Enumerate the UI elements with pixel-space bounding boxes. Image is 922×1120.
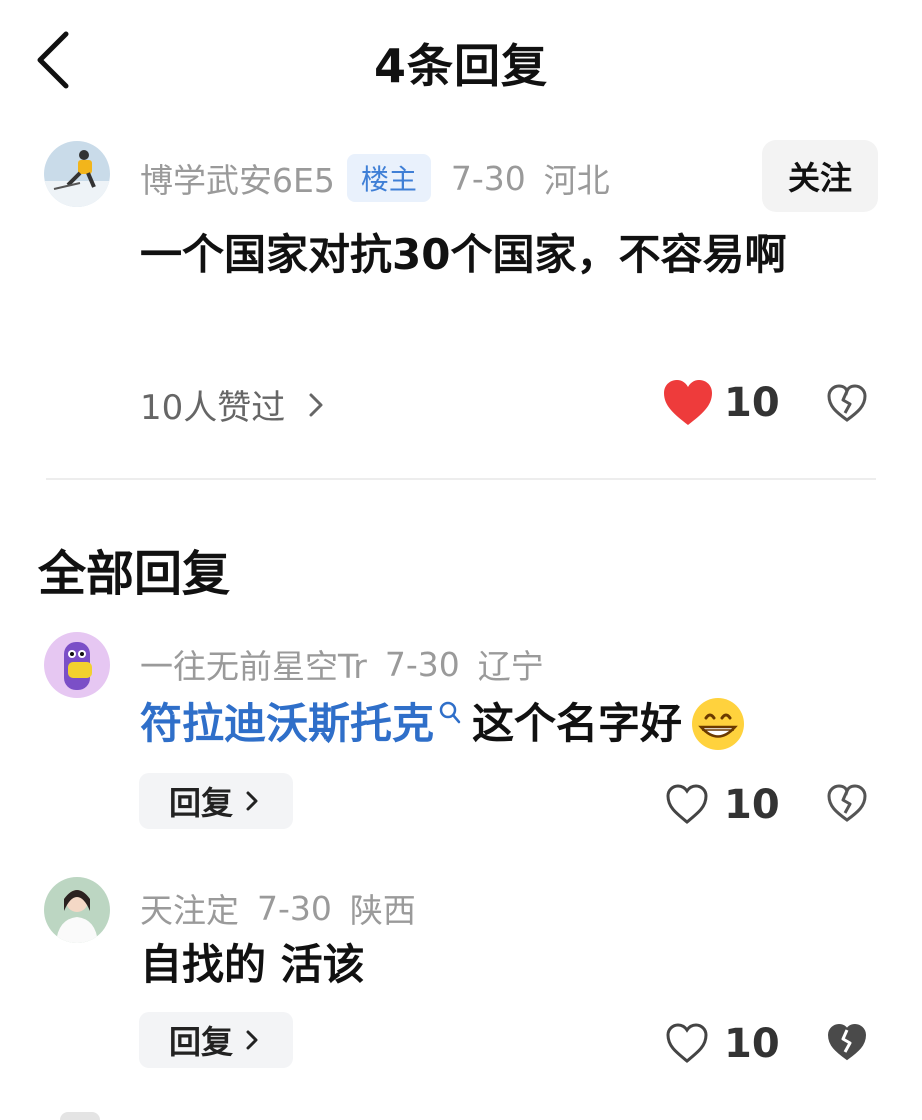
avatar [60, 1112, 100, 1120]
reply-content: 符拉迪沃斯托克 这个名字好 [140, 694, 748, 754]
op-comment-content: 一个国家对抗30个国家，不容易啊 [140, 230, 787, 279]
op-meta-row: 博学武安6E5 楼主 7-30 河北 [140, 154, 610, 202]
reply-button[interactable]: 回复 [139, 773, 293, 829]
avatar[interactable] [44, 141, 110, 207]
username[interactable]: 博学武安6E5 [140, 154, 335, 202]
comment-location: 河北 [543, 161, 610, 200]
broken-heart-filled-icon [827, 1023, 867, 1061]
comment-date: 7-30 [450, 158, 526, 198]
follow-button[interactable]: 关注 [762, 140, 878, 212]
reply-button-label: 回复 [168, 784, 233, 822]
like-button[interactable] [665, 782, 709, 826]
dislike-button[interactable] [826, 382, 868, 424]
dislike-button[interactable] [826, 1021, 868, 1063]
reply-button[interactable]: 回复 [139, 1012, 293, 1068]
comment-location: 辽宁 [477, 647, 544, 686]
broken-heart-icon [827, 784, 867, 822]
heart-filled-icon [664, 380, 712, 425]
op-badge: 楼主 [346, 154, 431, 202]
chevron-right-icon [246, 791, 258, 811]
likers-link[interactable]: 10人赞过 [140, 380, 331, 429]
reply-text: 自找的 活该 [140, 940, 365, 989]
broken-heart-icon [827, 384, 867, 422]
like-count: 10 [724, 782, 780, 828]
reply-button-label: 回复 [168, 1023, 233, 1061]
page-title: 4条回复 [373, 39, 548, 93]
heart-outline-icon [666, 784, 708, 824]
reply-meta-row: 天注定 7-30 陕西 [140, 884, 416, 932]
grinning-face-emoji-icon [692, 698, 745, 750]
search-icon [439, 701, 461, 724]
search-mention-link[interactable]: 符拉迪沃斯托克 [140, 694, 434, 754]
skier-avatar-image [44, 141, 110, 207]
avatar[interactable] [44, 877, 110, 943]
like-button[interactable] [665, 1021, 709, 1065]
like-count: 10 [724, 1021, 780, 1067]
reply-meta-row: 一往无前星空Tr 7-30 辽宁 [140, 640, 544, 688]
comment-location: 陕西 [349, 891, 416, 930]
avatar[interactable] [44, 632, 110, 698]
section-title: 全部回复 [38, 546, 231, 602]
divider [46, 478, 876, 480]
comment-date: 7-30 [257, 888, 332, 928]
dislike-button[interactable] [826, 782, 868, 824]
likers-label: 10人赞过 [140, 388, 286, 428]
heart-outline-icon [666, 1023, 708, 1063]
chevron-right-icon [309, 393, 323, 416]
chevron-right-icon [246, 1030, 258, 1050]
username[interactable]: 天注定 [140, 884, 239, 932]
cartoon-avatar-image [44, 632, 110, 698]
like-count: 10 [724, 380, 780, 426]
like-button[interactable] [662, 378, 714, 428]
reply-text: 这个名字好 [472, 699, 683, 748]
person-avatar-image [44, 877, 110, 943]
username[interactable]: 一往无前星空Tr [140, 640, 367, 688]
comment-date: 7-30 [384, 644, 460, 684]
reply-content: 自找的 活该 [140, 935, 365, 995]
